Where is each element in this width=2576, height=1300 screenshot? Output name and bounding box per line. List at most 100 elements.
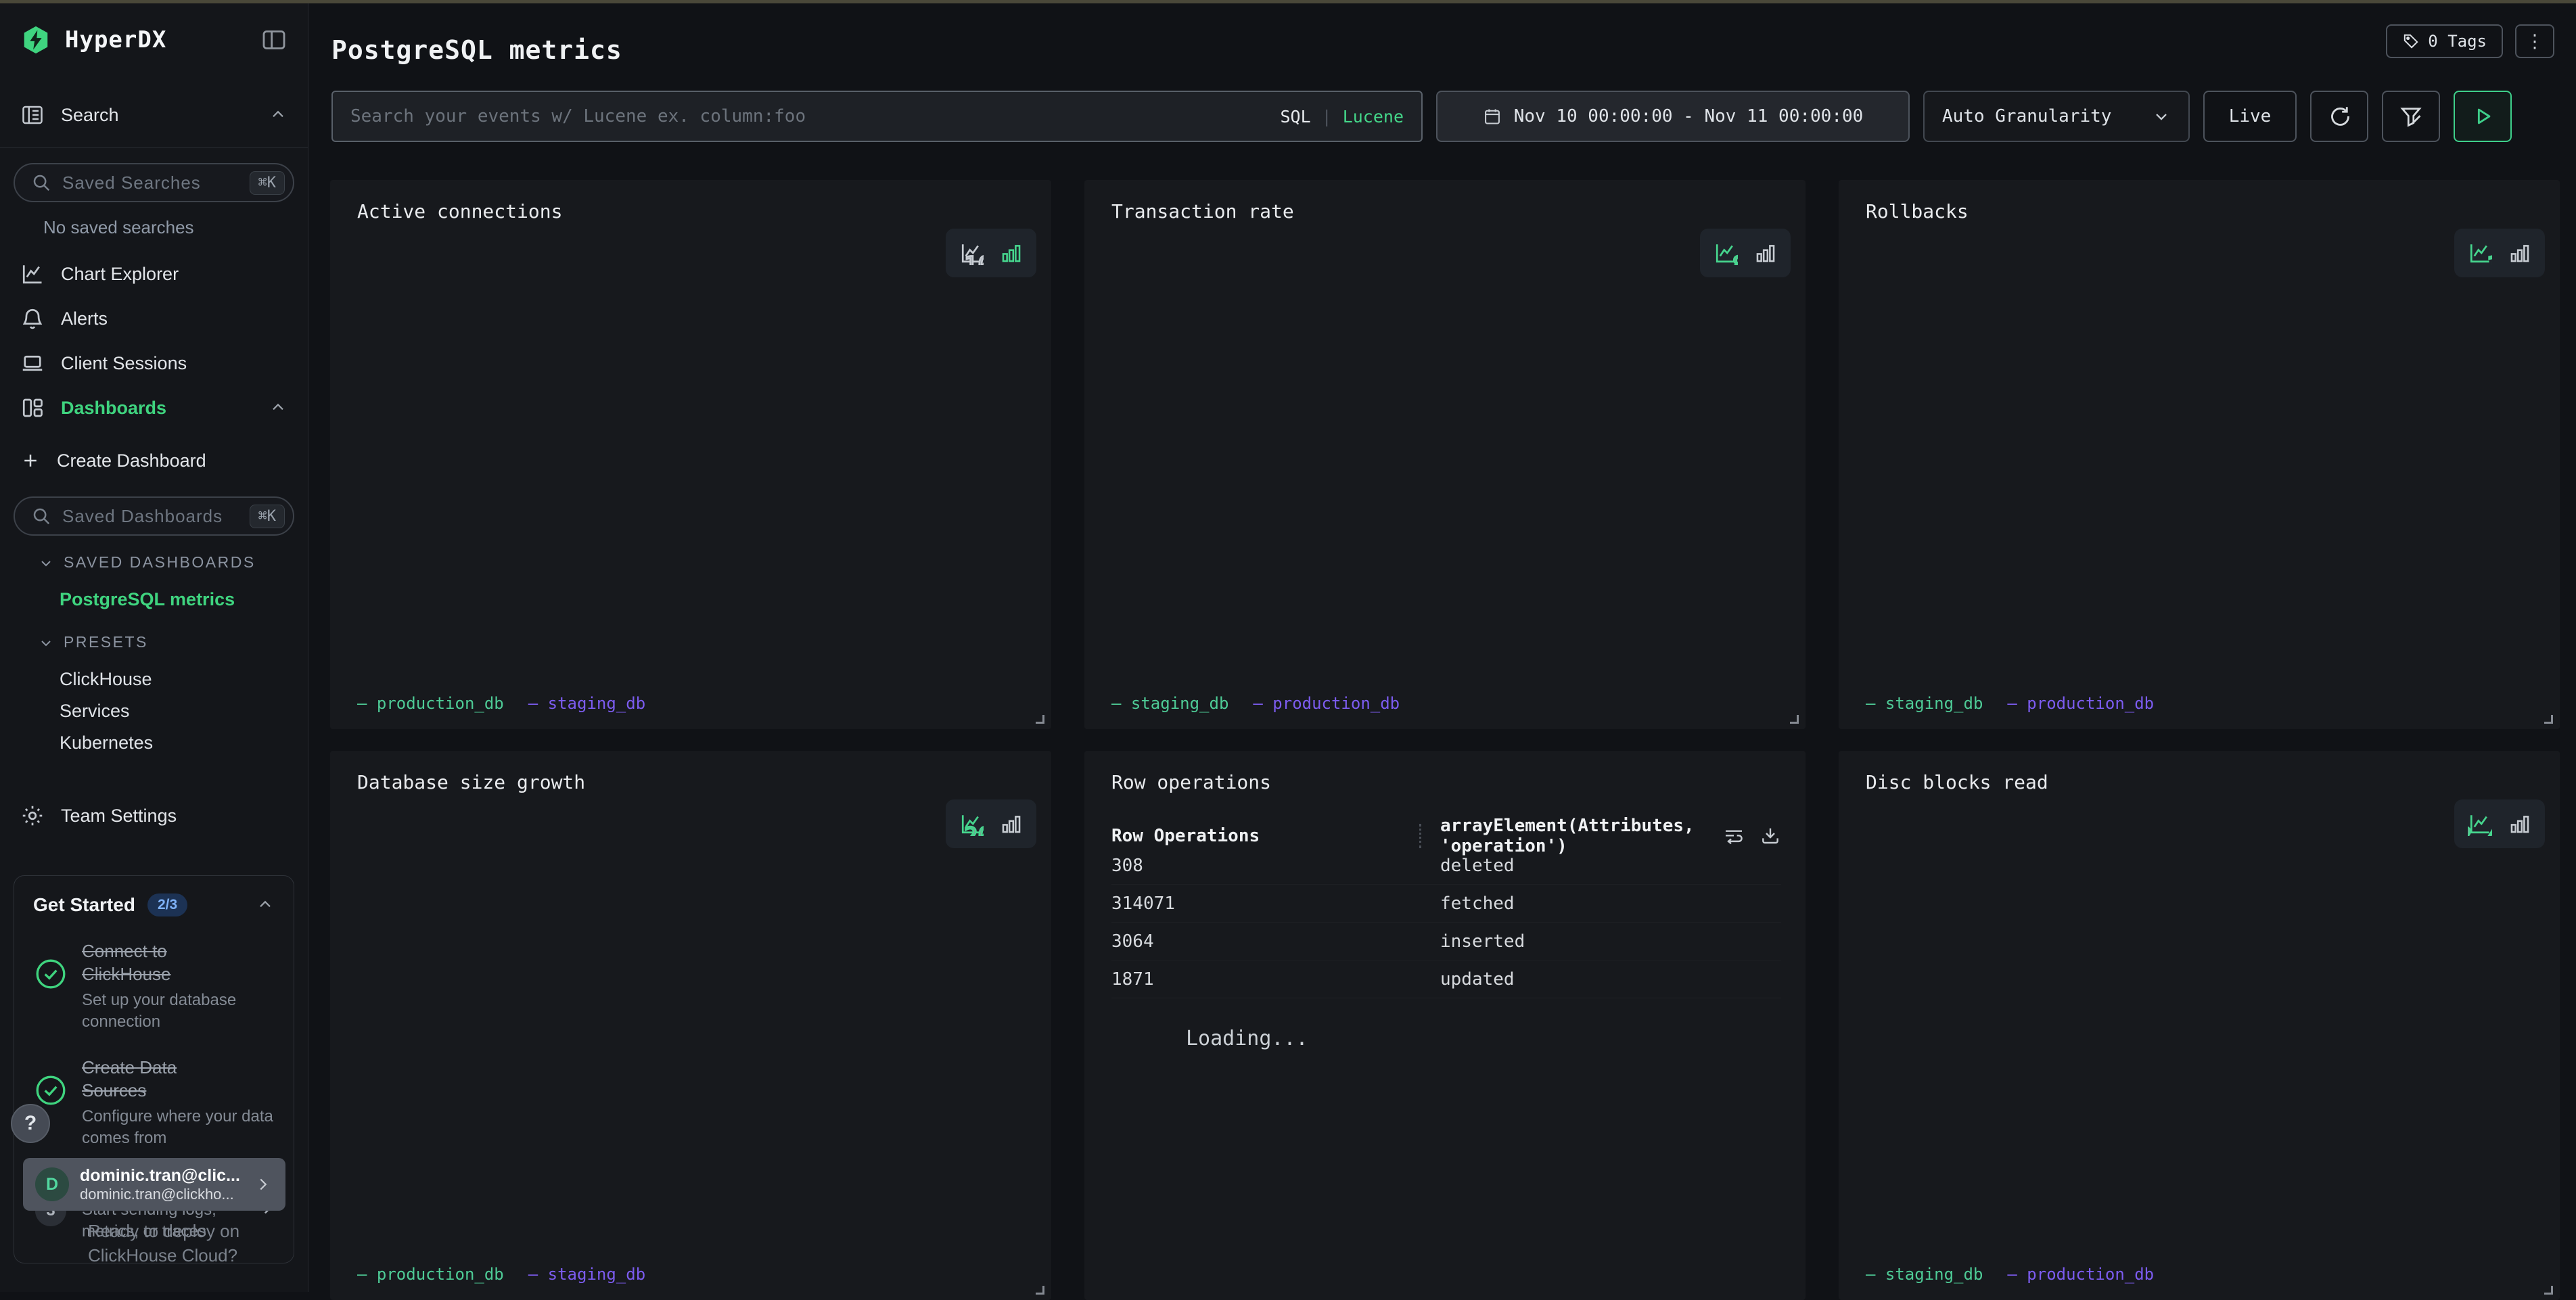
chart-mode-toggle: 05B10B15B20BNov 10 12:00:00 AM11:00:00 A… xyxy=(946,799,1036,848)
chart-mode-toggle: 06001.2K1.8K2.4KNov 10 12:00:00 AM11:00:… xyxy=(2454,799,2545,848)
legend-item[interactable]: — staging_db xyxy=(1866,1265,1983,1284)
bar-chart-toggle-icon[interactable] xyxy=(2508,812,2531,835)
task-subtitle: Configure where your data comes from xyxy=(82,1106,275,1149)
table-row: 1871 updated xyxy=(1111,960,1781,998)
line-chart-toggle-icon[interactable]: 02505007501KNov 10 12:00:00 AM11:00:00 A… xyxy=(2468,241,2492,265)
sidebar-item-label: Client Sessions xyxy=(61,353,187,374)
refresh-icon xyxy=(2327,104,2351,129)
chart-line-icon xyxy=(20,262,45,286)
chart-legend: — staging_db — production_db xyxy=(1866,694,2154,713)
line-chart-toggle-icon[interactable]: 0255075100Nov 10 12:00:00 AM11:00:00 AM1… xyxy=(959,241,984,265)
bar-chart-toggle-icon[interactable] xyxy=(1000,241,1023,264)
resize-handle[interactable] xyxy=(1036,1286,1044,1295)
chart-legend: — staging_db — production_db xyxy=(1111,694,1400,713)
resize-handle[interactable] xyxy=(1790,715,1799,724)
bar-chart-toggle-icon[interactable] xyxy=(1754,241,1777,264)
filter-icon xyxy=(2399,104,2423,129)
presets-section[interactable]: PRESETS xyxy=(0,633,308,651)
sql-mode-toggle[interactable]: SQL xyxy=(1280,107,1310,126)
date-range-picker[interactable]: Nov 10 00:00:00 - Nov 11 00:00:00 xyxy=(1436,91,1910,142)
column-resize-handle[interactable] xyxy=(1419,824,1421,848)
granularity-value: Auto Granularity xyxy=(1942,106,2111,126)
event-search-bar[interactable]: SQL | Lucene xyxy=(331,91,1423,142)
next-task-preview: Ready to deploy on ClickHouse Cloud? xyxy=(88,1219,239,1268)
table-row: 308 deleted xyxy=(1111,847,1781,885)
resize-handle[interactable] xyxy=(2544,1286,2553,1295)
svg-text:1K: 1K xyxy=(2486,252,2492,265)
brand-name: HyperDX xyxy=(65,26,166,53)
sidebar-item-label: Dashboards xyxy=(61,398,166,419)
plus-icon xyxy=(20,450,41,471)
line-chart-toggle-icon[interactable]: 02K4K6K8KNov 10 12:00:00 AM11:00:00 AM11… xyxy=(1714,241,1738,265)
sidebar-item-search[interactable]: Search xyxy=(0,96,308,134)
panel-disc-blocks-read: Disc blocks read 06001.2K1.8K2.4KNov 10 … xyxy=(1839,751,2560,1300)
svg-text:100: 100 xyxy=(964,252,984,265)
chart-plot-area[interactable] xyxy=(1847,220,2549,694)
saved-dashboards-input[interactable]: Saved Dashboards ⌘K xyxy=(14,496,294,536)
chart-plot-area[interactable] xyxy=(338,791,1040,1265)
legend-item[interactable]: — staging_db xyxy=(1111,694,1228,713)
laptop-icon xyxy=(20,351,45,375)
run-query-button[interactable] xyxy=(2454,91,2512,142)
legend-item[interactable]: — staging_db xyxy=(1866,694,1983,713)
sidebar-item-alerts[interactable]: Alerts xyxy=(0,296,308,341)
search-input[interactable] xyxy=(350,106,1269,126)
hyperdx-logo-icon xyxy=(20,24,51,55)
sidebar-item-team-settings[interactable]: Team Settings xyxy=(0,797,308,835)
saved-dashboards-section[interactable]: SAVED DASHBOARDS xyxy=(0,553,308,572)
granularity-select[interactable]: Auto Granularity xyxy=(1923,91,2190,142)
chevron-up-icon[interactable] xyxy=(269,106,288,124)
resize-handle[interactable] xyxy=(2544,715,2553,724)
chart-plot-area[interactable] xyxy=(1092,220,1795,694)
dashboard-menu-button[interactable]: ⋮ xyxy=(2515,24,2554,58)
lucene-mode-toggle[interactable]: Lucene xyxy=(1343,107,1404,126)
live-button[interactable]: Live xyxy=(2203,91,2297,142)
resize-handle[interactable] xyxy=(1036,715,1044,724)
create-dashboard-button[interactable]: Create Dashboard xyxy=(0,440,308,482)
help-button[interactable]: ? xyxy=(11,1104,50,1143)
sidebar-item-chart-explorer[interactable]: Chart Explorer xyxy=(0,252,308,296)
get-started-item-sources[interactable]: Create Data Sources Configure where your… xyxy=(33,1056,275,1149)
sidebar-item-client-sessions[interactable]: Client Sessions xyxy=(0,341,308,386)
chart-plot-area[interactable] xyxy=(338,220,1040,694)
refresh-button[interactable] xyxy=(2310,91,2368,142)
kebab-icon: ⋮ xyxy=(2526,31,2544,52)
table-column-header[interactable]: Row Operations xyxy=(1111,826,1419,846)
sidebar-item-services[interactable]: Services xyxy=(0,695,308,727)
legend-item[interactable]: — production_db xyxy=(2007,694,2154,713)
panel-rollbacks: Rollbacks 02505007501KNov 10 12:00:00 AM… xyxy=(1839,180,2560,729)
chart-mode-toggle: 02505007501KNov 10 12:00:00 AM11:00:00 A… xyxy=(2454,229,2545,277)
legend-item[interactable]: — staging_db xyxy=(528,694,645,713)
sidebar-item-postgresql-metrics[interactable]: PostgreSQL metrics xyxy=(0,584,308,616)
create-dashboard-label: Create Dashboard xyxy=(57,450,206,471)
sidebar-collapse-icon[interactable] xyxy=(260,26,288,53)
wrap-lines-icon[interactable] xyxy=(1723,825,1745,847)
filter-button[interactable] xyxy=(2382,91,2440,142)
dashboard-grid: Active connections 0255075100Nov 10 12:0… xyxy=(330,180,2560,1300)
sidebar-item-dashboards[interactable]: Dashboards xyxy=(0,386,308,430)
line-chart-toggle-icon[interactable]: 05B10B15B20BNov 10 12:00:00 AM11:00:00 A… xyxy=(959,812,984,836)
gear-icon xyxy=(20,804,45,828)
sidebar-item-clickhouse[interactable]: ClickHouse xyxy=(0,664,308,695)
svg-text:20B: 20B xyxy=(964,823,984,836)
user-menu[interactable]: D dominic.tran@clic... dominic.tran@clic… xyxy=(23,1158,285,1211)
section-label-text: PRESETS xyxy=(64,633,148,651)
legend-item[interactable]: — production_db xyxy=(357,1265,504,1284)
chevron-up-icon[interactable] xyxy=(269,398,288,417)
line-chart-toggle-icon[interactable]: 06001.2K1.8K2.4KNov 10 12:00:00 AM11:00:… xyxy=(2468,812,2492,836)
chart-plot-area[interactable] xyxy=(1847,791,2549,1265)
saved-searches-input[interactable]: Saved Searches ⌘K xyxy=(14,163,294,202)
chevron-up-icon[interactable] xyxy=(256,896,275,914)
panel-transaction-rate: Transaction rate 02K4K6K8KNov 10 12:00:0… xyxy=(1084,180,1806,729)
legend-item[interactable]: — production_db xyxy=(1253,694,1400,713)
bar-chart-toggle-icon[interactable] xyxy=(1000,812,1023,835)
download-icon[interactable] xyxy=(1760,825,1781,847)
sidebar-item-label: Chart Explorer xyxy=(61,264,179,285)
get-started-item-connect[interactable]: Connect to ClickHouse Set up your databa… xyxy=(33,939,275,1033)
sidebar-item-kubernetes[interactable]: Kubernetes xyxy=(0,727,308,759)
legend-item[interactable]: — production_db xyxy=(2007,1265,2154,1284)
legend-item[interactable]: — staging_db xyxy=(528,1265,645,1284)
bar-chart-toggle-icon[interactable] xyxy=(2508,241,2531,264)
tags-button[interactable]: 0 Tags xyxy=(2386,24,2503,58)
legend-item[interactable]: — production_db xyxy=(357,694,504,713)
